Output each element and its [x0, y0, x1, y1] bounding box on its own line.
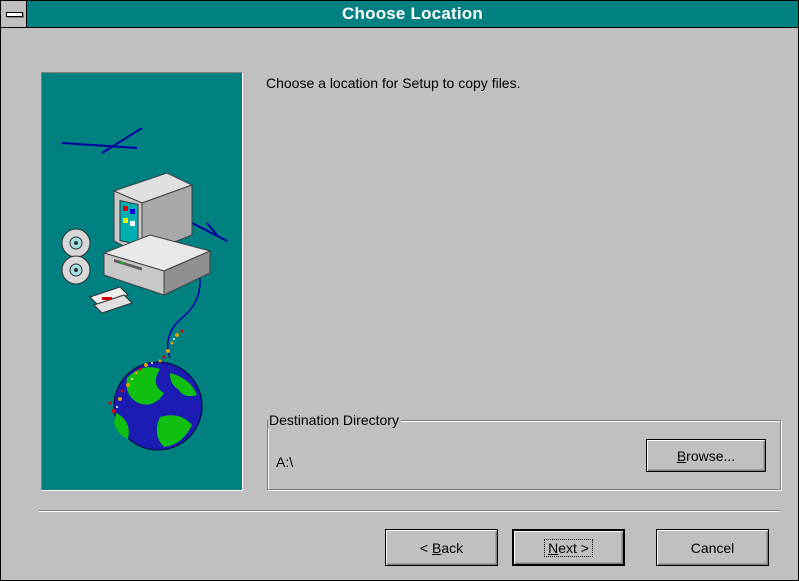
system-menu-icon[interactable]	[1, 1, 27, 27]
instruction-text: Choose a location for Setup to copy file…	[266, 75, 521, 91]
button-separator	[39, 510, 780, 512]
cancel-button[interactable]: Cancel	[656, 529, 769, 566]
cancel-label: Cancel	[690, 539, 735, 556]
destination-path: A:\	[276, 454, 294, 470]
back-button[interactable]: < Back	[385, 529, 498, 566]
browse-label: rowse...	[686, 447, 736, 464]
next-button[interactable]: Next >	[512, 529, 625, 566]
destination-directory-group: Destination Directory A:\ Browse...	[267, 411, 781, 490]
next-mnemonic: N	[548, 540, 559, 556]
title-bar[interactable]: Choose Location	[1, 1, 798, 28]
setup-illustration	[41, 72, 243, 491]
computer-globe-illustration	[61, 127, 228, 451]
browse-button[interactable]: Browse...	[646, 439, 766, 472]
back-mnemonic: B	[431, 539, 442, 556]
back-arrow: <	[419, 539, 432, 556]
window-title: Choose Location	[342, 4, 483, 23]
destination-directory-label: Destination Directory	[268, 411, 401, 429]
next-label: ext >	[558, 540, 589, 556]
browse-mnemonic: B	[676, 447, 687, 464]
setup-dialog: Choose Location Choose a location for Se…	[0, 0, 799, 581]
back-label: ack	[441, 539, 464, 556]
